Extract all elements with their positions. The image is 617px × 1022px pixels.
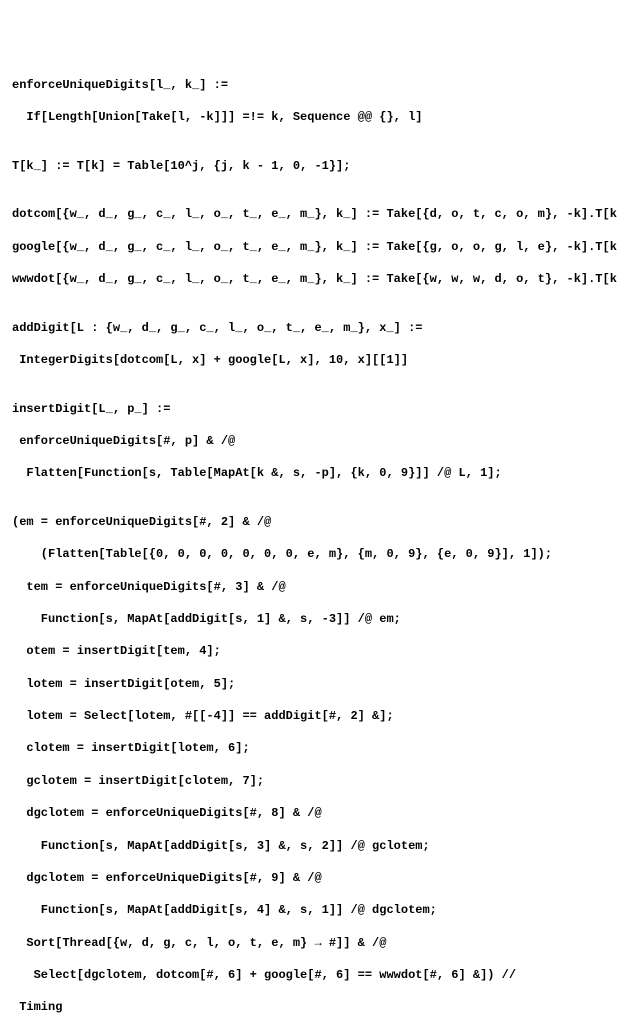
code-line-27: Function[s, MapAt[addDigit[s, 3] &, s, 2… (12, 838, 605, 854)
code-line-08: wwwdot[{w_, d_, g_, c_, l_, o_, t_, e_, … (12, 271, 605, 287)
code-line-26: dgclotem = enforceUniqueDigits[#, 8] & /… (12, 805, 605, 821)
code-line-04: T[k_] := T[k] = Table[10^j, {j, k - 1, 0… (12, 158, 605, 174)
code-line-23: lotem = Select[lotem, #[[-4]] == addDigi… (12, 708, 605, 724)
code-line-11: IntegerDigits[dotcom[L, x] + google[L, x… (12, 352, 605, 368)
code-line-01: enforceUniqueDigits[l_, k_] := (12, 77, 605, 93)
code-line-19: tem = enforceUniqueDigits[#, 3] & /@ (12, 579, 605, 595)
code-line-28: dgclotem = enforceUniqueDigits[#, 9] & /… (12, 870, 605, 886)
code-line-07: google[{w_, d_, g_, c_, l_, o_, t_, e_, … (12, 239, 605, 255)
code-line-25: gclotem = insertDigit[clotem, 7]; (12, 773, 605, 789)
code-line-30: Sort[Thread[{w, d, g, c, l, o, t, e, m} … (12, 935, 605, 951)
code-line-17: (em = enforceUniqueDigits[#, 2] & /@ (12, 514, 605, 530)
code-line-32: Timing (12, 999, 605, 1015)
code-line-21: otem = insertDigit[tem, 4]; (12, 643, 605, 659)
code-line-24: clotem = insertDigit[lotem, 6]; (12, 740, 605, 756)
code-line-02: If[Length[Union[Take[l, -k]]] =!= k, Seq… (12, 109, 605, 125)
code-line-10: addDigit[L : {w_, d_, g_, c_, l_, o_, t_… (12, 320, 605, 336)
code-line-31: Select[dgclotem, dotcom[#, 6] + google[#… (12, 967, 605, 983)
code-line-20: Function[s, MapAt[addDigit[s, 1] &, s, -… (12, 611, 605, 627)
code-line-29: Function[s, MapAt[addDigit[s, 4] &, s, 1… (12, 902, 605, 918)
code-line-13: insertDigit[L_, p_] := (12, 401, 605, 417)
code-line-15: Flatten[Function[s, Table[MapAt[k &, s, … (12, 465, 605, 481)
code-line-18: (Flatten[Table[{0, 0, 0, 0, 0, 0, 0, e, … (12, 546, 605, 562)
code-line-14: enforceUniqueDigits[#, p] & /@ (12, 433, 605, 449)
code-line-22: lotem = insertDigit[otem, 5]; (12, 676, 605, 692)
code-line-06: dotcom[{w_, d_, g_, c_, l_, o_, t_, e_, … (12, 206, 605, 222)
